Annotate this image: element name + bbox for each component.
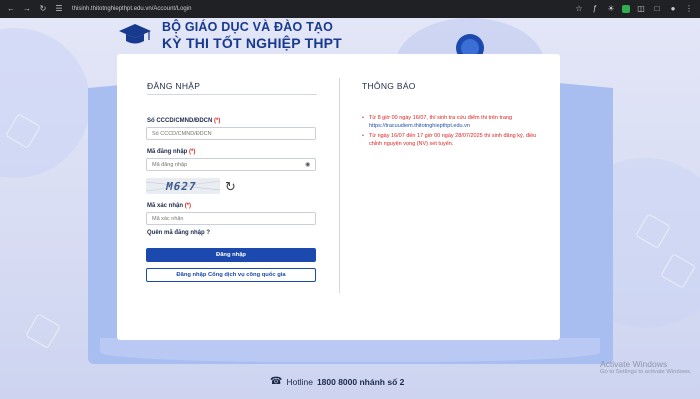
reload-icon[interactable]: ↻ (38, 5, 48, 13)
browser-toolbar: ← → ↻ ☰ thisinh.thitotnghiepthpt.edu.vn/… (0, 0, 700, 18)
password-label: Mã đăng nhập (*) (147, 149, 196, 155)
hotline: ☎ Hotline 1800 8000 nhánh số 2 (270, 376, 404, 387)
captcha-input[interactable] (146, 212, 316, 225)
captcha-code: M627 (164, 180, 198, 193)
profile-icon[interactable]: ☀ (606, 5, 616, 13)
captcha-label: Mã xác nhận (*) (147, 203, 192, 209)
show-password-icon[interactable]: ◉ (305, 161, 310, 168)
login-button[interactable]: Đăng nhập (146, 248, 316, 262)
title-divider (147, 94, 317, 95)
id-label: Số CCCD/CMND/ĐDCN (*) (147, 118, 221, 124)
notice-list: Từ 8 giờ 00 ngày 16/07, thí sinh tra cứu… (362, 114, 548, 150)
graduation-cap-icon (119, 24, 151, 44)
hotline-label: Hotline (286, 376, 313, 387)
refresh-captcha-icon[interactable]: ↻ (225, 179, 236, 195)
menu-icon[interactable]: ⋮ (684, 5, 694, 13)
extension-icon[interactable]: ƒ (590, 5, 600, 13)
site-info-icon[interactable]: ☰ (54, 5, 64, 13)
notice-title: THÔNG BÁO (362, 81, 416, 91)
book-base (100, 338, 600, 362)
decor-circle-left (0, 28, 90, 178)
exam-name: KỲ THI TỐT NGHIỆP THPT (162, 35, 342, 51)
notice-item: Từ 8 giờ 00 ngày 16/07, thí sinh tra cứu… (362, 114, 548, 130)
watermark-subtitle: Go to Settings to activate Windows. (600, 369, 692, 375)
shield-extension-icon[interactable] (622, 5, 630, 13)
id-input[interactable] (146, 127, 316, 140)
captcha-image: M627 (146, 178, 220, 194)
login-title: ĐĂNG NHẬP (147, 81, 201, 91)
puzzle-icon[interactable]: ◫ (636, 5, 646, 13)
ministry-name: BỘ GIÁO DỤC VÀ ĐÀO TẠO (162, 20, 334, 34)
address-bar[interactable]: thisinh.thitotnghiepthpt.edu.vn/Account/… (72, 6, 568, 12)
password-input[interactable] (146, 158, 316, 171)
hotline-number: 1800 8000 nhánh số 2 (316, 376, 405, 387)
back-icon[interactable]: ← (6, 5, 16, 13)
watermark-title: Activate Windows (600, 359, 668, 369)
gov-portal-login-button[interactable]: Đăng nhập Cổng dịch vụ công quốc gia (146, 268, 316, 282)
notice-item: Từ ngày 16/07 đến 17 giờ 00 ngày 28/07/2… (362, 132, 548, 148)
forward-icon[interactable]: → (22, 5, 32, 13)
forgot-password-link[interactable]: Quên mã đăng nhập ? (147, 230, 210, 236)
score-lookup-link[interactable]: https://tracuudiem.thitotnghiepthpt.edu.… (369, 123, 470, 129)
panel-divider (339, 78, 340, 293)
tab-icon[interactable]: □ (652, 5, 662, 13)
phone-icon: ☎ (270, 376, 283, 387)
decor-hex (25, 313, 61, 349)
avatar-icon[interactable]: ● (668, 5, 678, 13)
bookmark-star-icon[interactable]: ☆ (574, 5, 584, 13)
activate-windows-watermark: Activate Windows Go to Settings to activ… (600, 359, 692, 375)
